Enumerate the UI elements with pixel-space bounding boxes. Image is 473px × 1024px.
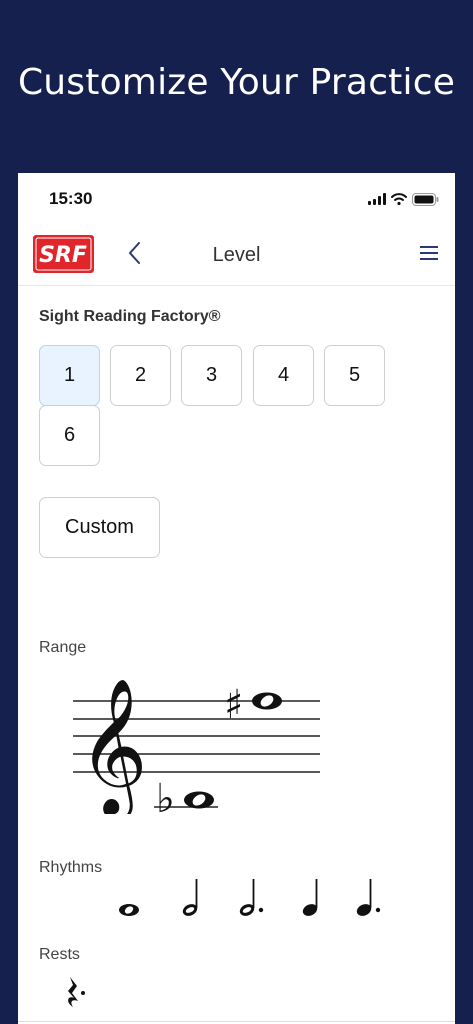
whole-note-icon [119,904,139,916]
dotted-half-note-icon [239,879,264,916]
level-button-6[interactable]: 6 [39,405,100,466]
status-icons [368,192,439,206]
custom-button[interactable]: Custom [39,497,160,558]
dotted-quarter-rest-icon[interactable] [62,974,92,1010]
rhythms-label: Rhythms [39,859,103,876]
battery-icon [412,192,439,206]
level-button-5[interactable]: 5 [324,345,385,406]
wifi-icon [391,193,407,205]
rests-label: Rests [39,946,80,963]
level-button-1[interactable]: 1 [39,345,100,406]
brand-label: Sight Reading Factory® [39,308,221,325]
range-staff[interactable]: 𝄞 ♯ ♭ [68,664,328,822]
treble-clef-icon: 𝄞 [78,676,148,814]
headline: Customize Your Practice [17,62,456,103]
sharp-icon: ♯ [224,682,243,728]
phone-screen: 15:30 SRF Level Sight Reading Factory® 1… [18,173,455,1024]
signal-icon [368,193,386,205]
nav-title: Level [212,244,261,266]
menu-button[interactable] [419,244,439,262]
half-note-icon [182,879,198,916]
low-note-bflat: ♭ [156,776,214,822]
range-label: Range [39,639,87,656]
hamburger-menu-icon [420,246,438,260]
high-note-fsharp: ♯ [224,682,282,728]
flat-icon: ♭ [156,776,175,814]
divider [18,1021,455,1022]
quarter-note-icon [302,879,318,916]
level-button-3[interactable]: 3 [181,345,242,406]
dotted-quarter-note-icon [356,879,381,916]
rhythms-row[interactable] [114,877,394,927]
nav-bar: SRF Level [18,228,455,286]
level-button-4[interactable]: 4 [253,345,314,406]
status-time: 15:30 [49,189,93,208]
level-button-2[interactable]: 2 [110,345,171,406]
